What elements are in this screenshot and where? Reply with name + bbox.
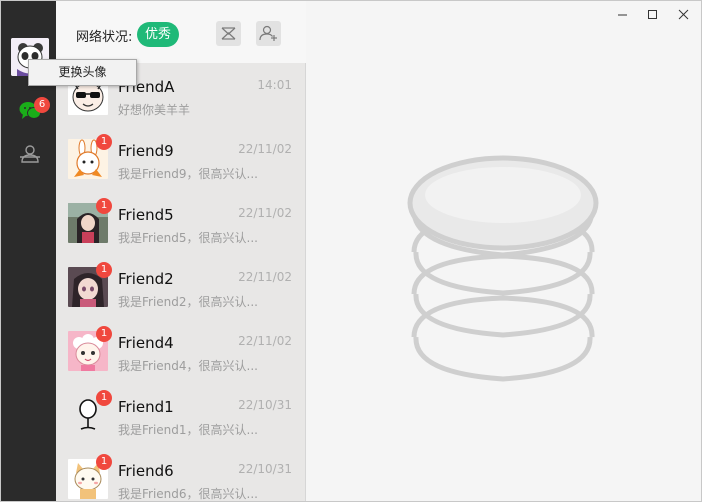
chat-time: 22/10/31 <box>238 462 292 476</box>
unread-badge: 1 <box>96 454 112 470</box>
chat-preview: 好想你美羊羊 <box>118 103 191 117</box>
chat-item-friend5[interactable]: 1 Friend5 22/11/02 我是Friend5，很高兴认... <box>56 191 306 255</box>
chat-preview: 我是Friend4，很高兴认... <box>118 359 258 373</box>
network-status-badge: 优秀 <box>137 22 180 47</box>
chat-time: 14:01 <box>257 78 292 92</box>
mail-button[interactable] <box>216 21 241 46</box>
maximize-button[interactable] <box>637 1 669 29</box>
mail-icon <box>221 27 236 40</box>
chat-preview: 我是Friend5，很高兴认... <box>118 231 258 245</box>
chat-list: FriendA 14:01 好想你美羊羊 1 Friend9 22/11/02 … <box>56 63 306 501</box>
chat-name: Friend1 <box>118 398 174 416</box>
chat-name: Friend4 <box>118 334 174 352</box>
chat-name: Friend6 <box>118 462 174 480</box>
chat-preview: 我是Friend1，很高兴认... <box>118 423 258 437</box>
chat-item-friend4[interactable]: 1 Friend4 22/11/02 我是Friend4，很高兴认... <box>56 319 306 383</box>
unread-badge: 1 <box>96 134 112 150</box>
network-status-label: 网络状况: <box>76 30 133 45</box>
chat-item-friend9[interactable]: 1 Friend9 22/11/02 我是Friend9，很高兴认... <box>56 127 306 191</box>
app-window: 6 网络状况: 优秀 FriendA 14:01 好想你美羊羊 1 Friend… <box>0 0 702 502</box>
chat-time: 22/11/02 <box>238 334 292 348</box>
chat-time: 22/11/02 <box>238 270 292 284</box>
list-header: 网络状况: 优秀 <box>56 1 306 63</box>
chat-name: Friend9 <box>118 142 174 160</box>
main-panel <box>306 1 701 501</box>
close-button[interactable] <box>668 1 700 29</box>
change-avatar-tooltip: 更换头像 <box>28 59 137 86</box>
unread-badge: 1 <box>96 326 112 342</box>
maximize-icon <box>648 10 657 19</box>
coin-stack-icon <box>407 155 599 382</box>
chat-name: Friend2 <box>118 270 174 288</box>
chat-item-friend1[interactable]: 1 Friend1 22/10/31 我是Friend1，很高兴认... <box>56 383 306 447</box>
chat-preview: 我是Friend6，很高兴认... <box>118 487 258 501</box>
contacts-icon[interactable] <box>19 143 41 165</box>
unread-badge: 1 <box>96 262 112 278</box>
chat-name: Friend5 <box>118 206 174 224</box>
chat-item-friend6[interactable]: 1 Friend6 22/10/31 我是Friend6，很高兴认... <box>56 447 306 501</box>
add-user-icon <box>259 25 277 41</box>
unread-badge: 1 <box>96 198 112 214</box>
chat-preview: 我是Friend9，很高兴认... <box>118 167 258 181</box>
chat-time: 22/11/02 <box>238 206 292 220</box>
unread-count-badge: 6 <box>34 97 50 113</box>
minimize-button[interactable] <box>607 1 639 29</box>
minimize-icon <box>618 14 627 16</box>
add-user-button[interactable] <box>256 21 281 46</box>
unread-badge: 1 <box>96 390 112 406</box>
chat-time: 22/11/02 <box>238 142 292 156</box>
close-icon <box>678 9 689 20</box>
chat-preview: 我是Friend2，很高兴认... <box>118 295 258 309</box>
chat-time: 22/10/31 <box>238 398 292 412</box>
chat-item-friend2[interactable]: 1 Friend2 22/11/02 我是Friend2，很高兴认... <box>56 255 306 319</box>
